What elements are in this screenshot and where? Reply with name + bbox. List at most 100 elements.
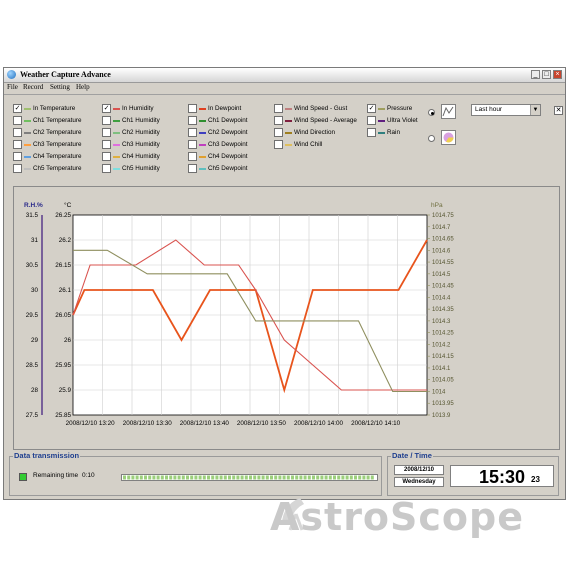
rh-axis-unit: R.H.% <box>24 202 43 209</box>
progress-segment <box>358 475 362 480</box>
minimize-button[interactable]: _ <box>531 70 540 79</box>
temp-tick-label: 25.95 <box>55 362 71 369</box>
progress-segment <box>249 475 252 480</box>
rh-tick-label: 31 <box>31 237 39 244</box>
pressure-tick-label: 1014.4 <box>432 295 451 301</box>
pie-chart-button[interactable] <box>441 130 456 145</box>
checkbox[interactable] <box>13 128 22 137</box>
series-color-swatch <box>199 144 206 146</box>
x-tick-label: 2008/12/10 13:40 <box>180 420 230 427</box>
line-chart-radio[interactable] <box>428 109 435 116</box>
checkbox[interactable] <box>102 116 111 125</box>
pressure-tick-label: 1014.1 <box>432 366 451 372</box>
series-color-swatch <box>199 120 206 122</box>
progress-segment <box>131 475 135 480</box>
checkbox[interactable] <box>102 152 111 161</box>
checkbox[interactable] <box>102 128 111 137</box>
x-tick-label: 2008/12/10 13:30 <box>123 420 173 427</box>
x-tick-label: 2008/12/10 14:00 <box>294 420 344 427</box>
menu-file[interactable]: File <box>7 83 18 91</box>
menu-setting[interactable]: Setting <box>50 83 70 91</box>
line-chart-button[interactable] <box>441 104 456 119</box>
checkbox[interactable] <box>367 116 376 125</box>
time-range-select[interactable]: Last hour ▼ <box>471 104 541 116</box>
checkbox[interactable] <box>13 116 22 125</box>
checkbox[interactable] <box>274 104 283 113</box>
series-color-swatch <box>199 132 206 134</box>
channel-label: Rain <box>387 129 400 136</box>
checkbox[interactable] <box>367 128 376 137</box>
title-bar[interactable]: Weather Capture Advance _ □ × <box>4 68 565 83</box>
divider <box>4 94 565 95</box>
window-title: Weather Capture Advance <box>20 70 111 79</box>
progress-segment <box>190 475 194 480</box>
channel-label: Ch5 Dewpoint <box>208 165 248 172</box>
close-button[interactable]: × <box>553 70 562 79</box>
pie-chart-radio[interactable] <box>428 135 435 142</box>
progress-segment <box>181 475 185 480</box>
checkbox[interactable]: ✓ <box>367 104 376 113</box>
progress-segment <box>253 475 257 480</box>
pressure-tick-label: 1014.7 <box>432 225 451 231</box>
progress-segment <box>349 475 353 480</box>
rh-tick-label: 28.5 <box>26 362 39 369</box>
checkbox[interactable] <box>102 140 111 149</box>
checkbox[interactable] <box>13 140 22 149</box>
channel-label: In Dewpoint <box>208 105 242 112</box>
progress-segment <box>244 475 248 480</box>
checkbox[interactable] <box>102 164 111 173</box>
channel-label: Ch4 Dewpoint <box>208 153 248 160</box>
temp-tick-label: 26.05 <box>55 312 71 319</box>
progress-segment <box>152 475 156 480</box>
progress-segment <box>303 475 307 480</box>
progress-segment <box>123 475 126 480</box>
status-led <box>19 473 27 481</box>
rh-tick-label: 27.5 <box>26 412 39 419</box>
rh-tick-label: 30 <box>31 287 39 294</box>
checkbox[interactable] <box>188 128 197 137</box>
progress-segment <box>173 475 177 480</box>
progress-segment <box>316 475 320 480</box>
menu-record[interactable]: Record <box>23 83 43 91</box>
progress-segment <box>228 475 231 480</box>
series-color-swatch <box>113 156 120 158</box>
series-color-swatch <box>24 132 31 134</box>
x-tick-label: 2008/12/10 14:10 <box>351 420 401 427</box>
channel-label: Wind Speed - Average <box>294 117 357 124</box>
close-panel-button[interactable]: ✕ <box>554 106 563 115</box>
checkbox[interactable] <box>188 116 197 125</box>
progress-segment <box>270 475 273 480</box>
pressure-tick-label: 1014 <box>432 389 446 395</box>
series-color-swatch <box>24 168 31 170</box>
temp-tick-label: 26.25 <box>55 212 71 219</box>
checkbox[interactable] <box>188 104 197 113</box>
pressure-tick-label: 1014.55 <box>432 260 454 266</box>
pressure-tick-label: 1014.5 <box>432 272 451 278</box>
channel-label: Wind Speed - Gust <box>294 105 348 112</box>
progress-segment <box>215 475 219 480</box>
checkbox[interactable]: ✓ <box>102 104 111 113</box>
checkbox[interactable] <box>188 140 197 149</box>
temp-tick-label: 26.1 <box>59 287 72 294</box>
x-tick-label: 2008/12/10 13:50 <box>237 420 287 427</box>
checkbox[interactable] <box>274 140 283 149</box>
checkbox[interactable] <box>13 164 22 173</box>
checkbox[interactable] <box>274 128 283 137</box>
progress-segment <box>186 475 189 480</box>
progress-segment <box>169 475 173 480</box>
chevron-down-icon[interactable]: ▼ <box>530 105 540 115</box>
checkbox[interactable] <box>188 164 197 173</box>
checkbox[interactable] <box>13 152 22 161</box>
progress-segment <box>148 475 152 480</box>
progress-fill <box>123 475 374 480</box>
progress-segment <box>345 475 349 480</box>
pressure-tick-label: 1014.6 <box>432 248 451 254</box>
checkbox[interactable]: ✓ <box>13 104 22 113</box>
menu-help[interactable]: Help <box>76 83 90 91</box>
series-color-swatch <box>199 168 206 170</box>
progress-segment <box>223 475 227 480</box>
maximize-button[interactable]: □ <box>542 70 551 79</box>
checkbox[interactable] <box>188 152 197 161</box>
progress-segment <box>274 475 278 480</box>
checkbox[interactable] <box>274 116 283 125</box>
